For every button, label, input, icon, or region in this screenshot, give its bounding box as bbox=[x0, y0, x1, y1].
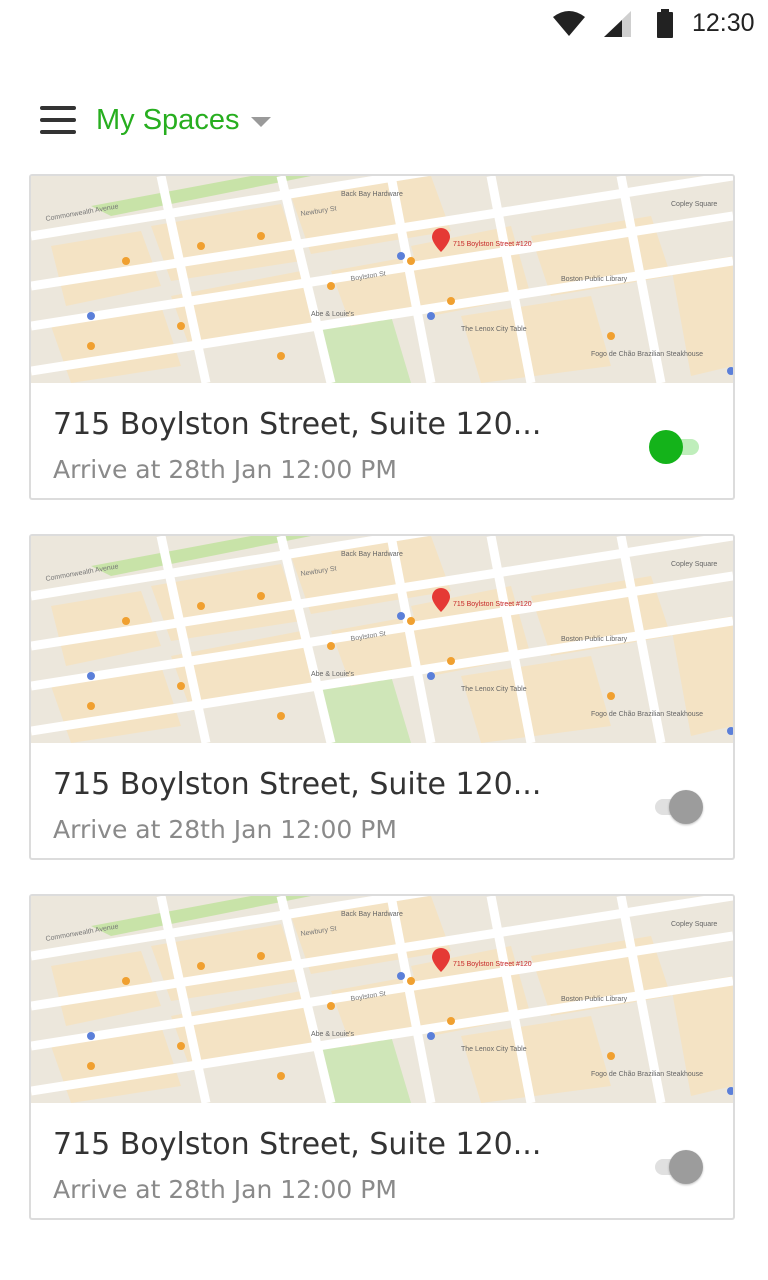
map-poi-label: Fogo de Chão Brazilian Steakhouse bbox=[591, 711, 703, 718]
space-toggle[interactable] bbox=[649, 1149, 705, 1185]
map-poi-label: Back Bay Hardware bbox=[341, 911, 403, 918]
card-arrive-time: Arrive at 28th Jan 12:00 PM bbox=[53, 455, 397, 484]
map-poi-label: The Lenox City Table bbox=[461, 686, 527, 693]
map-thumbnail[interactable]: 715 Boylston Street #120 Commonwealth Av… bbox=[31, 896, 733, 1103]
map-poi-label: Fogo de Chão Brazilian Steakhouse bbox=[591, 1071, 703, 1078]
map-poi-label: Copley Square bbox=[671, 201, 717, 208]
map-pin-label: 715 Boylston Street #120 bbox=[453, 601, 532, 608]
map-thumbnail[interactable]: 715 Boylston Street #120 Commonwealth Av… bbox=[31, 536, 733, 743]
app-bar: My Spaces bbox=[0, 90, 768, 154]
space-card-3[interactable]: 715 Boylston Street #120 Commonwealth Av… bbox=[29, 894, 735, 1220]
map-poi-label: Abe & Louie's bbox=[311, 311, 354, 318]
dropdown-arrow-icon bbox=[251, 117, 272, 127]
page-title: My Spaces bbox=[96, 103, 240, 136]
map-poi-label: Copley Square bbox=[671, 561, 717, 568]
toggle-thumb bbox=[649, 430, 683, 464]
card-info[interactable]: 715 Boylston Street, Suite 120... Arrive… bbox=[31, 743, 733, 858]
map-poi-label: The Lenox City Table bbox=[461, 326, 527, 333]
spaces-dropdown[interactable]: My Spaces bbox=[96, 102, 272, 138]
map-poi-label: Boston Public Library bbox=[561, 996, 628, 1003]
map-poi-label: The Lenox City Table bbox=[461, 1046, 527, 1053]
map-pin-label: 715 Boylston Street #120 bbox=[453, 241, 532, 248]
status-clock: 12:30 bbox=[692, 9, 755, 37]
map-poi-label: Back Bay Hardware bbox=[341, 551, 403, 558]
menu-icon[interactable] bbox=[40, 106, 76, 134]
map-poi-label: Abe & Louie's bbox=[311, 671, 354, 678]
wifi-icon bbox=[553, 11, 585, 36]
toggle-thumb bbox=[669, 790, 703, 824]
space-toggle[interactable] bbox=[649, 789, 705, 825]
map-poi-label: Boston Public Library bbox=[561, 276, 628, 283]
card-address: 715 Boylston Street, Suite 120... bbox=[53, 767, 542, 802]
toggle-thumb bbox=[669, 1150, 703, 1184]
map-thumbnail[interactable]: 715 Boylston Street #120 Commonwealth Av… bbox=[31, 176, 733, 383]
card-arrive-time: Arrive at 28th Jan 12:00 PM bbox=[53, 1175, 397, 1204]
card-address: 715 Boylston Street, Suite 120... bbox=[53, 407, 542, 442]
map-pin-label: 715 Boylston Street #120 bbox=[453, 961, 532, 968]
card-arrive-time: Arrive at 28th Jan 12:00 PM bbox=[53, 815, 397, 844]
space-toggle[interactable] bbox=[649, 429, 705, 465]
map-poi-label: Fogo de Chão Brazilian Steakhouse bbox=[591, 351, 703, 358]
map-poi-label: Abe & Louie's bbox=[311, 1031, 354, 1038]
battery-icon bbox=[657, 9, 673, 38]
space-card-2[interactable]: 715 Boylston Street #120 Commonwealth Av… bbox=[29, 534, 735, 860]
card-address: 715 Boylston Street, Suite 120... bbox=[53, 1127, 542, 1162]
map-poi-label: Copley Square bbox=[671, 921, 717, 928]
card-info[interactable]: 715 Boylston Street, Suite 120... Arrive… bbox=[31, 383, 733, 498]
map-poi-label: Back Bay Hardware bbox=[341, 191, 403, 198]
signal-icon bbox=[604, 11, 631, 37]
map-poi-label: Boston Public Library bbox=[561, 636, 628, 643]
card-info[interactable]: 715 Boylston Street, Suite 120... Arrive… bbox=[31, 1103, 733, 1218]
space-card-1[interactable]: 715 Boylston Street #120 Commonwealth Av… bbox=[29, 174, 735, 500]
status-bar: 12:30 bbox=[0, 0, 768, 48]
